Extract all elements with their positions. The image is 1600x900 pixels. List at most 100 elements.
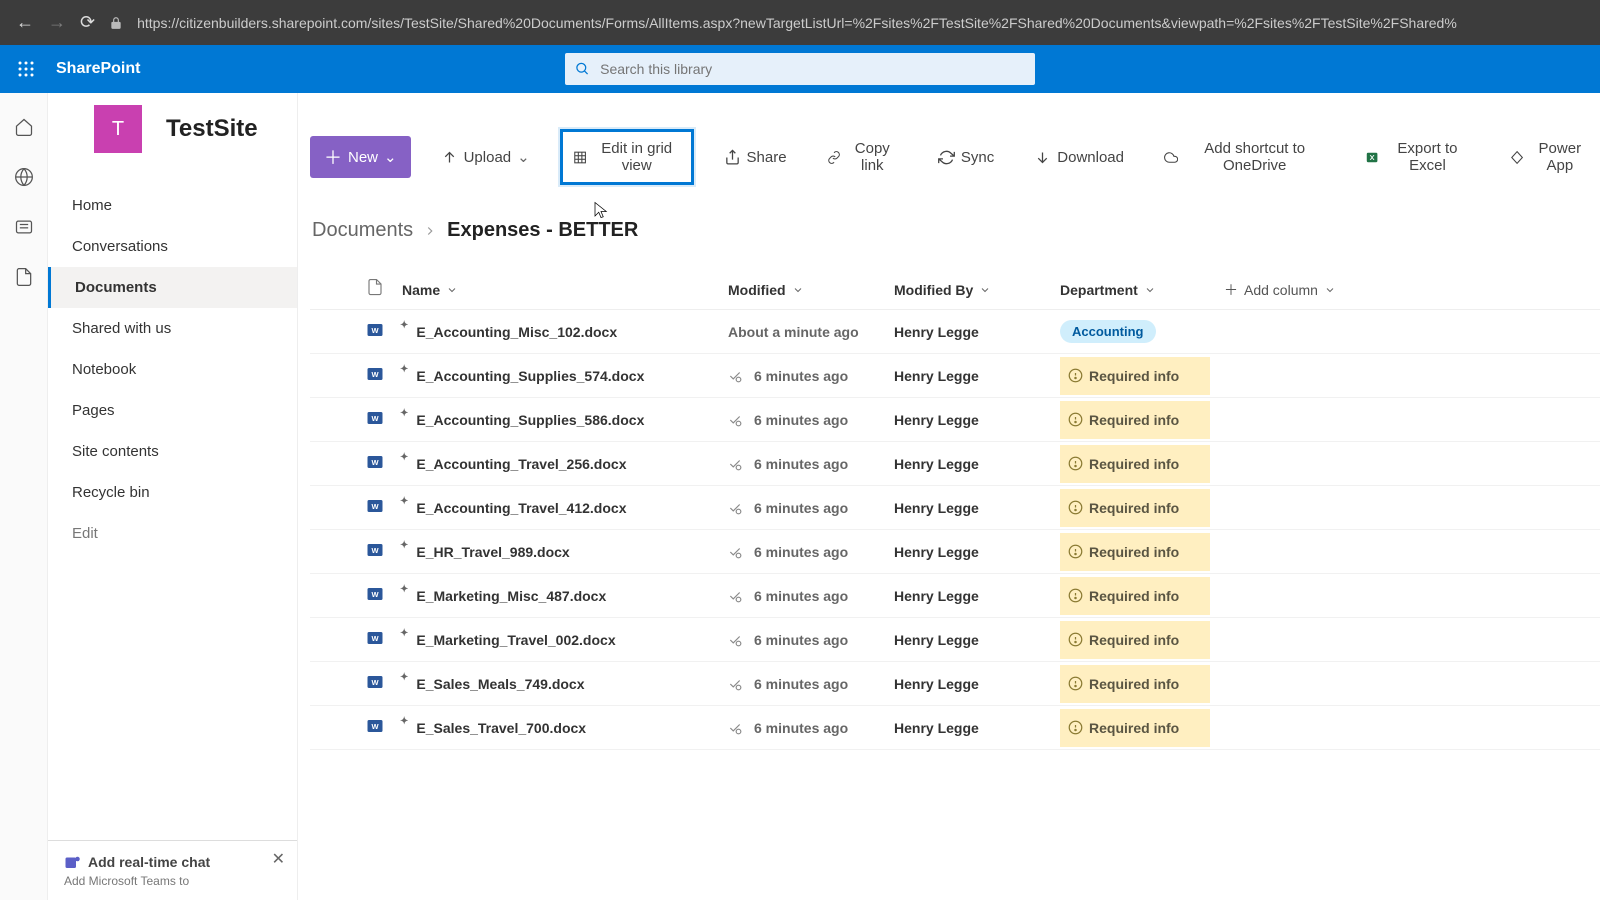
required-info-cell[interactable]: Required info — [1060, 357, 1210, 395]
table-row[interactable]: W✦E_Marketing_Travel_002.docx6 minutes a… — [310, 618, 1600, 662]
search-input[interactable] — [600, 61, 1025, 77]
globe-icon[interactable] — [14, 167, 34, 187]
required-info-cell[interactable]: Required info — [1060, 577, 1210, 615]
col-modified-by[interactable]: Modified By — [894, 282, 1060, 298]
table-row[interactable]: W✦E_Accounting_Supplies_574.docx6 minute… — [310, 354, 1600, 398]
required-info-cell[interactable]: Required info — [1060, 709, 1210, 747]
modified-time: 6 minutes ago — [754, 676, 848, 692]
nav-item-pages[interactable]: Pages — [48, 390, 297, 431]
checkout-icon — [728, 589, 742, 603]
table-row[interactable]: W✦E_Accounting_Misc_102.docxAbout a minu… — [310, 310, 1600, 354]
required-info-cell[interactable]: Required info — [1060, 445, 1210, 483]
back-button[interactable]: ← — [16, 12, 34, 33]
nav-item-home[interactable]: Home — [48, 185, 297, 226]
add-column-button[interactable]: ＋ Add column — [1224, 280, 1336, 300]
power-button[interactable]: Power App — [1500, 132, 1600, 182]
word-icon: W — [366, 629, 384, 647]
teams-title: Add real-time chat — [88, 854, 210, 870]
shortcut-button[interactable]: Add shortcut to OneDrive — [1154, 132, 1335, 182]
chevron-down-icon — [792, 284, 804, 296]
svg-text:W: W — [371, 678, 379, 687]
nav-item-site-contents[interactable]: Site contents — [48, 431, 297, 472]
file-name[interactable]: E_Sales_Travel_700.docx — [416, 720, 586, 736]
export-label: Export to Excel — [1385, 140, 1469, 174]
modified-by[interactable]: Henry Legge — [894, 456, 1060, 472]
nav-item-notebook[interactable]: Notebook — [48, 349, 297, 390]
modified-by[interactable]: Henry Legge — [894, 500, 1060, 516]
nav-item-documents[interactable]: Documents — [48, 267, 297, 308]
command-bar: ＋ New ⌄ Upload ⌄ Edit in grid view Share… — [310, 129, 1600, 185]
new-button[interactable]: ＋ New ⌄ — [310, 136, 411, 178]
download-button[interactable]: Download — [1024, 141, 1134, 174]
col-department[interactable]: Department — [1060, 282, 1224, 298]
forward-button[interactable]: → — [48, 12, 66, 33]
home-icon[interactable] — [14, 117, 34, 137]
modified-by[interactable]: Henry Legge — [894, 720, 1060, 736]
modified-by[interactable]: Henry Legge — [894, 588, 1060, 604]
col-name[interactable]: Name — [402, 282, 728, 298]
table-row[interactable]: W✦E_Sales_Meals_749.docx6 minutes agoHen… — [310, 662, 1600, 706]
modified-by[interactable]: Henry Legge — [894, 676, 1060, 692]
excel-icon — [1365, 149, 1379, 166]
file-type-icon[interactable] — [366, 278, 384, 296]
word-icon: W — [366, 673, 384, 691]
col-modified[interactable]: Modified — [728, 282, 894, 298]
modified-by[interactable]: Henry Legge — [894, 632, 1060, 648]
upload-button[interactable]: Upload ⌄ — [431, 140, 540, 174]
chevron-right-icon — [423, 224, 437, 238]
file-name[interactable]: E_Marketing_Misc_487.docx — [416, 588, 606, 604]
table-header: Name Modified Modified By Department ＋ — [310, 270, 1600, 310]
file-name[interactable]: E_Accounting_Supplies_586.docx — [416, 412, 644, 428]
address-bar[interactable]: https://citizenbuilders.sharepoint.com/s… — [137, 15, 1457, 31]
export-excel-button[interactable]: Export to Excel — [1355, 132, 1479, 182]
modified-by[interactable]: Henry Legge — [894, 412, 1060, 428]
svg-text:W: W — [371, 590, 379, 599]
copy-link-button[interactable]: Copy link — [817, 132, 908, 182]
breadcrumb-library[interactable]: Documents — [312, 219, 413, 242]
reload-button[interactable]: ⟳ — [80, 12, 95, 33]
nav-item-recycle-bin[interactable]: Recycle bin — [48, 472, 297, 513]
chevron-down-icon — [1324, 284, 1336, 296]
warning-icon — [1068, 676, 1083, 691]
file-icon[interactable] — [14, 267, 34, 287]
modified-by[interactable]: Henry Legge — [894, 368, 1060, 384]
edit-grid-button[interactable]: Edit in grid view — [560, 129, 694, 185]
news-icon[interactable] — [14, 217, 34, 237]
teams-promo: ✕ Add real-time chat Add Microsoft Teams… — [48, 840, 297, 900]
file-name[interactable]: E_Accounting_Travel_256.docx — [416, 456, 626, 472]
required-info-cell[interactable]: Required info — [1060, 401, 1210, 439]
table-row[interactable]: W✦E_Accounting_Travel_412.docx6 minutes … — [310, 486, 1600, 530]
new-indicator-icon: ✦ — [400, 408, 408, 419]
required-info-cell[interactable]: Required info — [1060, 489, 1210, 527]
sync-button[interactable]: Sync — [928, 141, 1004, 174]
required-info-cell[interactable]: Required info — [1060, 621, 1210, 659]
file-name[interactable]: E_Accounting_Misc_102.docx — [416, 324, 617, 340]
close-icon[interactable]: ✕ — [272, 849, 285, 869]
modified-by[interactable]: Henry Legge — [894, 544, 1060, 560]
file-name[interactable]: E_Accounting_Travel_412.docx — [416, 500, 626, 516]
table-row[interactable]: W✦E_Accounting_Travel_256.docx6 minutes … — [310, 442, 1600, 486]
nav-item-edit[interactable]: Edit — [48, 513, 297, 554]
app-launcher[interactable] — [8, 51, 44, 87]
required-info-cell[interactable]: Required info — [1060, 533, 1210, 571]
link-icon — [827, 149, 841, 166]
file-name[interactable]: E_Sales_Meals_749.docx — [416, 676, 584, 692]
nav-item-shared-with-us[interactable]: Shared with us — [48, 308, 297, 349]
word-icon: W — [366, 365, 384, 383]
file-name[interactable]: E_Marketing_Travel_002.docx — [416, 632, 615, 648]
checkout-icon — [728, 633, 742, 647]
modified-by[interactable]: Henry Legge — [894, 324, 1060, 340]
file-name[interactable]: E_HR_Travel_989.docx — [416, 544, 569, 560]
warning-icon — [1068, 456, 1083, 471]
required-info-cell[interactable]: Required info — [1060, 665, 1210, 703]
new-indicator-icon: ✦ — [400, 496, 408, 507]
search-box[interactable] — [565, 53, 1035, 85]
modified-time: 6 minutes ago — [754, 588, 848, 604]
nav-item-conversations[interactable]: Conversations — [48, 226, 297, 267]
share-button[interactable]: Share — [714, 141, 797, 174]
table-row[interactable]: W✦E_HR_Travel_989.docx6 minutes agoHenry… — [310, 530, 1600, 574]
file-name[interactable]: E_Accounting_Supplies_574.docx — [416, 368, 644, 384]
table-row[interactable]: W✦E_Marketing_Misc_487.docx6 minutes ago… — [310, 574, 1600, 618]
table-row[interactable]: W✦E_Accounting_Supplies_586.docx6 minute… — [310, 398, 1600, 442]
table-row[interactable]: W✦E_Sales_Travel_700.docx6 minutes agoHe… — [310, 706, 1600, 750]
